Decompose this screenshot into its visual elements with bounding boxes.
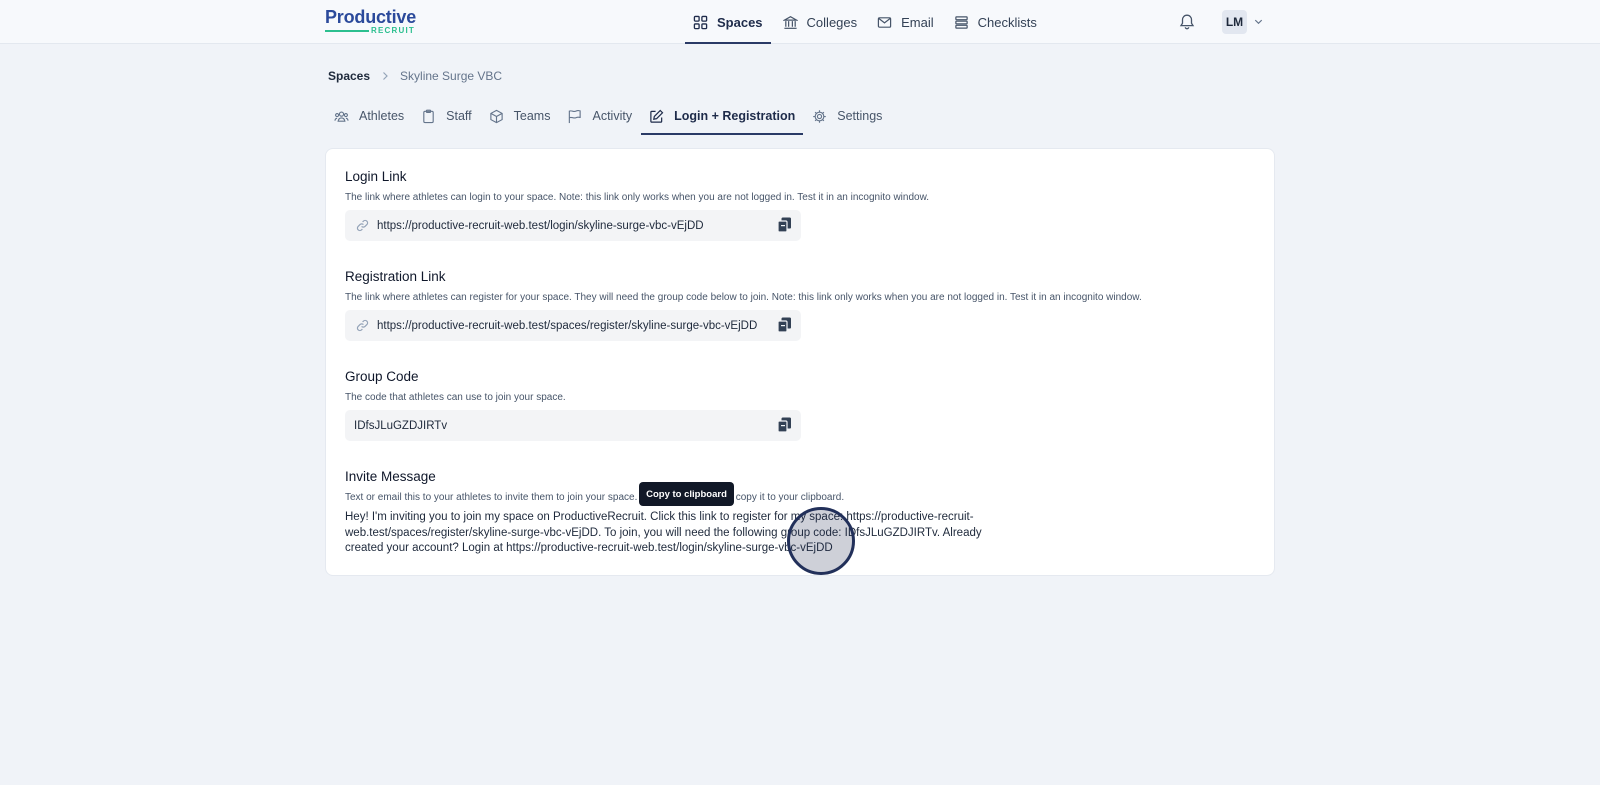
tab-login-registration[interactable]: Login + Registration xyxy=(641,97,804,135)
nav-label: Checklists xyxy=(977,14,1037,30)
registration-link-section: Registration Link The link where athlete… xyxy=(345,269,1142,341)
copy-tooltip: Copy to clipboard xyxy=(639,482,734,506)
tab-label: Staff xyxy=(446,109,472,123)
click-cursor-indicator xyxy=(787,507,855,575)
nav-label: Email xyxy=(901,14,934,30)
copy-icon[interactable] xyxy=(777,417,792,433)
cube-icon xyxy=(489,109,503,123)
list-icon xyxy=(954,15,968,29)
envelope-icon xyxy=(877,16,892,28)
user-avatar[interactable]: LM xyxy=(1222,10,1247,34)
login-link-section: Login Link The link where athletes can l… xyxy=(345,169,929,241)
logo-subtext: RECRUIT xyxy=(371,26,415,35)
breadcrumb: Spaces Skyline Surge VBC xyxy=(328,69,502,83)
chevron-down-icon[interactable] xyxy=(1253,16,1264,27)
top-navbar: Productive RECRUIT Spaces Colleges Email… xyxy=(0,0,1600,44)
section-title: Group Code xyxy=(345,369,419,384)
group-code-section: Group Code The code that athletes can us… xyxy=(345,369,801,441)
registration-link-value: https://productive-recruit-web.test/spac… xyxy=(377,319,758,332)
group-code-field[interactable]: IDfsJLuGZDJIRTv xyxy=(345,410,801,441)
copy-icon[interactable] xyxy=(777,317,792,333)
tab-label: Athletes xyxy=(359,109,405,123)
space-tabs: Athletes Staff Teams Activity Login + Re… xyxy=(326,97,891,135)
users-icon xyxy=(334,111,349,122)
invite-message-text[interactable]: Hey! I'm inviting you to join my space o… xyxy=(345,510,1005,557)
nav-item-checklists[interactable]: Checklists xyxy=(946,0,1045,44)
breadcrumb-spaces-link[interactable]: Spaces xyxy=(328,69,370,83)
link-icon xyxy=(356,319,369,332)
grid-icon xyxy=(693,15,708,29)
productive-recruit-logo[interactable]: Productive RECRUIT xyxy=(325,8,417,36)
section-description: The link where athletes can login to you… xyxy=(345,192,930,203)
nav-item-colleges[interactable]: Colleges xyxy=(775,0,866,44)
tab-activity[interactable]: Activity xyxy=(559,97,640,135)
section-description: The code that athletes can use to join y… xyxy=(345,392,566,403)
login-link-value: https://productive-recruit-web.test/logi… xyxy=(377,219,704,232)
clipboard-icon xyxy=(423,109,434,123)
tab-label: Activity xyxy=(592,109,633,123)
login-link-field[interactable]: https://productive-recruit-web.test/logi… xyxy=(345,210,801,241)
bell-icon[interactable] xyxy=(1178,13,1196,31)
chevron-right-icon xyxy=(383,72,388,80)
section-title: Login Link xyxy=(345,169,407,184)
registration-link-field[interactable]: https://productive-recruit-web.test/spac… xyxy=(345,310,801,341)
nav-item-spaces[interactable]: Spaces xyxy=(685,0,771,44)
building-columns-icon xyxy=(782,15,798,29)
tab-teams[interactable]: Teams xyxy=(481,97,559,135)
tab-settings[interactable]: Settings xyxy=(804,97,890,135)
pencil-square-icon xyxy=(650,109,664,123)
tab-staff[interactable]: Staff xyxy=(413,97,479,135)
tab-label: Login + Registration xyxy=(674,109,796,123)
nav-label: Colleges xyxy=(806,14,858,30)
main-nav: Spaces Colleges Email Checklists xyxy=(685,0,1049,44)
tab-athletes[interactable]: Athletes xyxy=(326,97,412,135)
tab-label: Teams xyxy=(513,109,551,123)
tab-label: Settings xyxy=(837,109,883,123)
nav-label: Spaces xyxy=(717,14,763,30)
link-icon xyxy=(356,219,369,232)
section-title: Registration Link xyxy=(345,269,446,284)
nav-item-email[interactable]: Email xyxy=(869,0,942,44)
gear-icon xyxy=(813,109,827,123)
login-registration-card: Login Link The link where athletes can l… xyxy=(325,148,1275,576)
section-description: The link where athletes can register for… xyxy=(345,292,1142,303)
breadcrumb-current: Skyline Surge VBC xyxy=(400,69,503,83)
group-code-value: IDfsJLuGZDJIRTv xyxy=(354,419,448,432)
logo-wordmark: Productive xyxy=(325,7,417,27)
copy-icon[interactable] xyxy=(777,217,792,233)
flag-icon xyxy=(569,109,582,123)
logo-underline xyxy=(325,30,369,32)
